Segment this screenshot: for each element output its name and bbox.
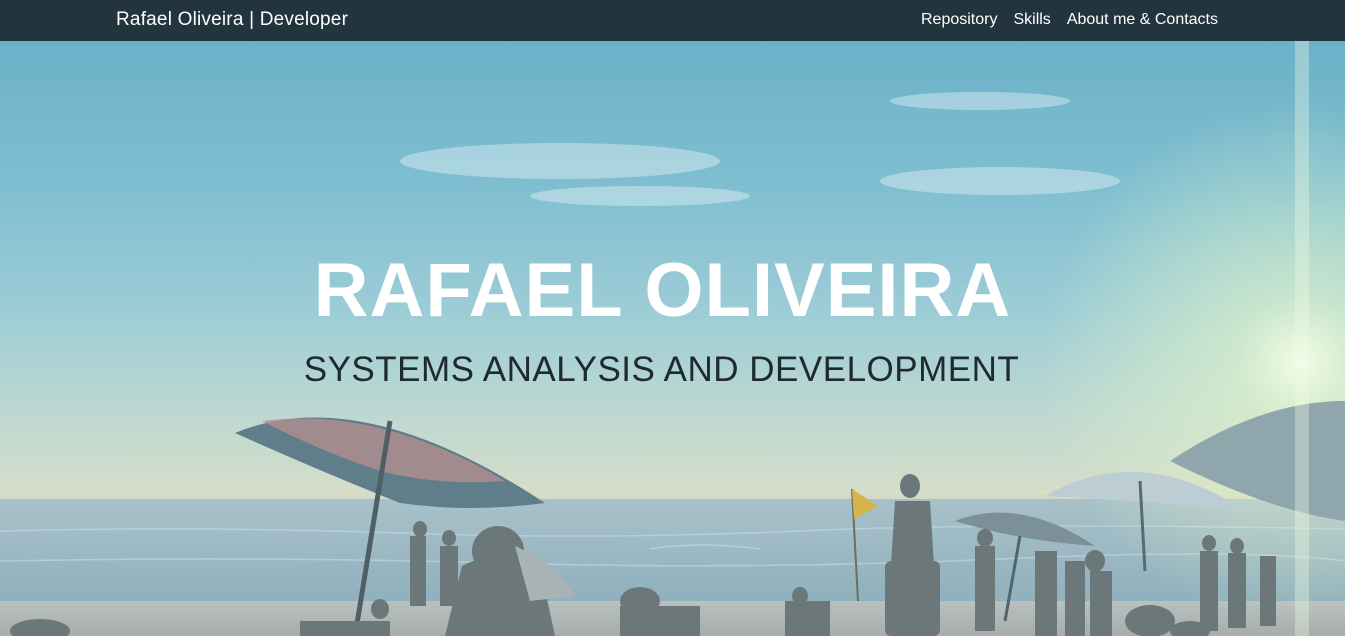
nav-link-about-contacts[interactable]: About me & Contacts xyxy=(1067,11,1218,29)
nav-link-repository[interactable]: Repository xyxy=(921,11,997,29)
nav-link-skills[interactable]: Skills xyxy=(1013,11,1050,29)
brand-link[interactable]: Rafael Oliveira | Developer xyxy=(116,9,348,31)
navbar: Rafael Oliveira | Developer Repository S… xyxy=(0,0,1345,41)
nav-links: Repository Skills About me & Contacts xyxy=(921,11,1218,29)
hero-section: RAFAEL OLIVEIRA SYSTEMS ANALYSIS AND DEV… xyxy=(0,41,1345,636)
hero-title: RAFAEL OLIVEIRA xyxy=(313,248,1012,333)
hero-background-image xyxy=(0,41,1345,636)
hero-subtitle: SYSTEMS ANALYSIS AND DEVELOPMENT xyxy=(303,350,1020,389)
